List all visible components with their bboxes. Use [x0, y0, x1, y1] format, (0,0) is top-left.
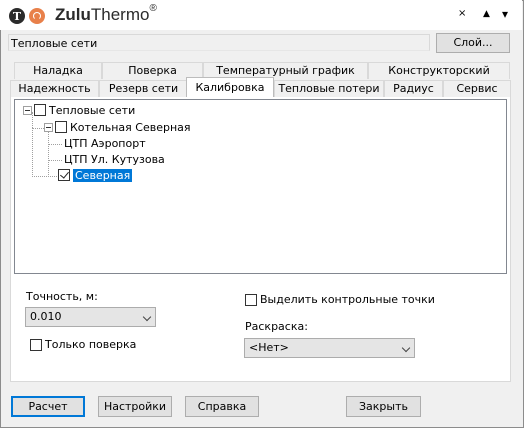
tab-service[interactable]: Сервис — [443, 80, 511, 97]
highlight-points-label: Выделить контрольные точки — [260, 293, 435, 306]
highlight-points-checkbox[interactable]: Выделить контрольные точки — [245, 293, 435, 306]
tab-constructor[interactable]: Конструкторский — [368, 62, 510, 79]
help-button[interactable]: Справка — [185, 396, 259, 417]
logo-circle-icon — [29, 8, 45, 24]
coloring-combobox[interactable]: <Нет> — [244, 338, 415, 358]
tree-node-root[interactable]: Тепловые сети — [23, 102, 135, 118]
settings-button[interactable]: Настройки — [98, 396, 172, 417]
title-bar: T ZuluThermo® × ▲ ▾ — [0, 0, 522, 30]
menu-dropdown-icon[interactable]: ▾ — [502, 7, 508, 21]
tab-heat-losses[interactable]: Тепловые потери — [274, 80, 384, 97]
tree-node-ctp-kutuzova[interactable]: ЦТП Ул. Кутузова — [64, 151, 165, 167]
layer-button[interactable]: Слой... — [436, 33, 510, 53]
only-check-checkbox[interactable]: Только поверка — [30, 338, 136, 351]
tree-checkbox[interactable] — [34, 104, 46, 116]
coloring-label: Раскраска: — [245, 320, 308, 333]
collapse-icon[interactable]: ▲ — [483, 7, 490, 21]
checkbox-box[interactable] — [245, 293, 257, 306]
tree-checkbox-checked[interactable] — [58, 169, 70, 181]
tab-radius[interactable]: Радиус — [384, 80, 443, 97]
layer-name-field: Тепловые сети — [8, 34, 430, 51]
checkbox-box[interactable] — [30, 338, 42, 351]
only-check-label: Только поверка — [45, 338, 137, 351]
collapse-toggle-icon[interactable] — [44, 122, 53, 132]
tree-node-label: Тепловые сети — [49, 103, 136, 117]
chevron-down-icon — [401, 343, 411, 353]
network-tree[interactable]: Тепловые сети Котельная Северная ЦТП Аэр… — [14, 99, 507, 274]
tree-node-ctp-airport[interactable]: ЦТП Аэропорт — [64, 135, 146, 151]
chevron-down-icon — [142, 312, 152, 322]
app-title: ZuluThermo® — [55, 3, 157, 24]
tab-naladka[interactable]: Наладка — [14, 62, 102, 79]
tree-node-label: ЦТП Аэропорт — [64, 136, 146, 150]
app-logo: T — [9, 7, 45, 25]
close-button[interactable]: Закрыть — [346, 396, 421, 417]
tree-node-boiler[interactable]: Котельная Северная — [44, 119, 191, 135]
accuracy-value: 0.010 — [30, 310, 62, 323]
collapse-toggle-icon[interactable] — [23, 105, 32, 115]
logo-t-icon: T — [9, 8, 25, 24]
tree-node-label: Котельная Северная — [70, 120, 191, 134]
tab-reliability[interactable]: Надежность — [10, 80, 99, 97]
coloring-value: <Нет> — [249, 341, 289, 354]
tab-network-reserve[interactable]: Резерв сети — [99, 80, 188, 97]
tree-node-label-selected: Северная — [73, 168, 133, 182]
tab-calibration[interactable]: Калибровка — [186, 77, 274, 97]
tree-node-severnaya[interactable]: Северная — [58, 167, 133, 183]
tree-node-label: ЦТП Ул. Кутузова — [64, 152, 165, 166]
accuracy-label: Точность, м: — [26, 290, 98, 303]
tree-checkbox[interactable] — [55, 121, 67, 133]
calculate-button[interactable]: Расчет — [11, 396, 85, 417]
close-icon[interactable]: × — [458, 7, 466, 21]
accuracy-combobox[interactable]: 0.010 — [25, 307, 156, 327]
